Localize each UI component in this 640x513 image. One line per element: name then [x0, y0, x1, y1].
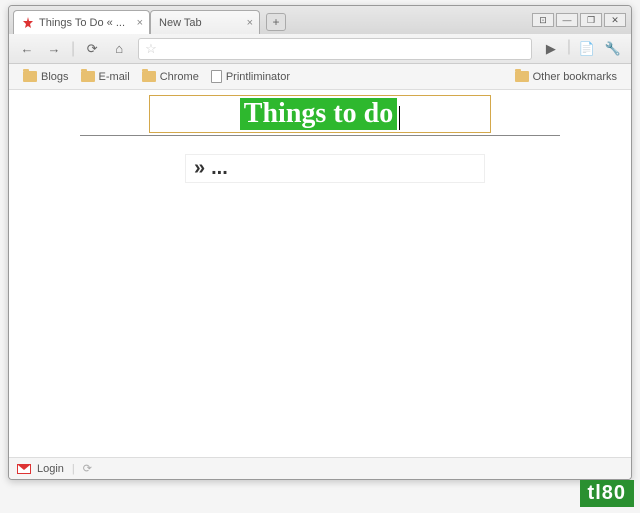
toolbar: ← → | ⟳ ⌂ ☆ ▶ | 📄 🔧	[9, 34, 631, 64]
tab-label: Things To Do « ...	[39, 17, 125, 29]
divider	[80, 135, 560, 136]
bookmark-label: Other bookmarks	[533, 71, 617, 83]
minimize-button[interactable]: —	[556, 13, 578, 27]
login-link[interactable]: Login	[37, 463, 64, 475]
window-controls: ⊡ — ❐ ✕	[532, 13, 626, 27]
watermark: tl80	[580, 480, 634, 507]
play-button[interactable]: ▶	[539, 38, 563, 60]
forward-button[interactable]: →	[42, 38, 66, 60]
separator: |	[71, 40, 75, 58]
close-window-button[interactable]: ✕	[604, 13, 626, 27]
tab-new-tab[interactable]: New Tab ×	[150, 10, 260, 34]
bookmark-chrome[interactable]: Chrome	[136, 69, 205, 85]
favicon-icon	[22, 17, 34, 29]
tab-close-icon[interactable]: ×	[247, 17, 253, 29]
bookmark-label: E-mail	[99, 71, 130, 83]
folder-icon	[23, 71, 37, 82]
back-button[interactable]: ←	[15, 38, 39, 60]
folder-icon	[81, 71, 95, 82]
bookmark-label: Chrome	[160, 71, 199, 83]
gmail-icon[interactable]	[17, 464, 31, 474]
loading-icon: ⟳	[83, 462, 92, 475]
window-extra-button[interactable]: ⊡	[532, 13, 554, 27]
other-bookmarks[interactable]: Other bookmarks	[509, 69, 623, 85]
bookmark-label: Blogs	[41, 71, 69, 83]
tab-close-icon[interactable]: ×	[137, 17, 143, 29]
separator: |	[567, 38, 571, 60]
title-input-box[interactable]: Things to do	[149, 95, 491, 133]
url-bar[interactable]: ☆	[138, 38, 532, 60]
bookmark-blogs[interactable]: Blogs	[17, 69, 75, 85]
toolbar-right: ▶ | 📄 🔧	[539, 38, 625, 60]
maximize-button[interactable]: ❐	[580, 13, 602, 27]
star-icon[interactable]: ☆	[145, 41, 157, 57]
bookmark-email[interactable]: E-mail	[75, 69, 136, 85]
tab-label: New Tab	[159, 17, 202, 29]
status-bar: Login | ⟳	[9, 457, 631, 479]
bookmarks-bar: Blogs E-mail Chrome Printliminator Other…	[9, 64, 631, 90]
home-button[interactable]: ⌂	[107, 38, 131, 60]
page-title: Things to do	[240, 98, 397, 130]
separator: |	[72, 463, 75, 475]
todo-item-input[interactable]: » ...	[185, 154, 485, 183]
bookmark-label: Printliminator	[226, 71, 290, 83]
page-icon	[211, 70, 222, 83]
folder-icon	[515, 71, 529, 82]
page-menu-button[interactable]: 📄	[575, 38, 599, 60]
bullet-icon: »	[194, 157, 205, 180]
content-area: Things to do » ...	[9, 90, 631, 457]
tab-things-to-do[interactable]: Things To Do « ... ×	[13, 10, 150, 34]
new-tab-button[interactable]: +	[266, 13, 286, 31]
text-cursor	[399, 106, 400, 130]
folder-icon	[142, 71, 156, 82]
reload-button[interactable]: ⟳	[80, 38, 104, 60]
browser-window: ⊡ — ❐ ✕ Things To Do « ... × New Tab × +…	[8, 5, 632, 480]
todo-placeholder: ...	[211, 157, 228, 180]
bookmark-printliminator[interactable]: Printliminator	[205, 68, 296, 85]
wrench-menu-button[interactable]: 🔧	[601, 38, 625, 60]
